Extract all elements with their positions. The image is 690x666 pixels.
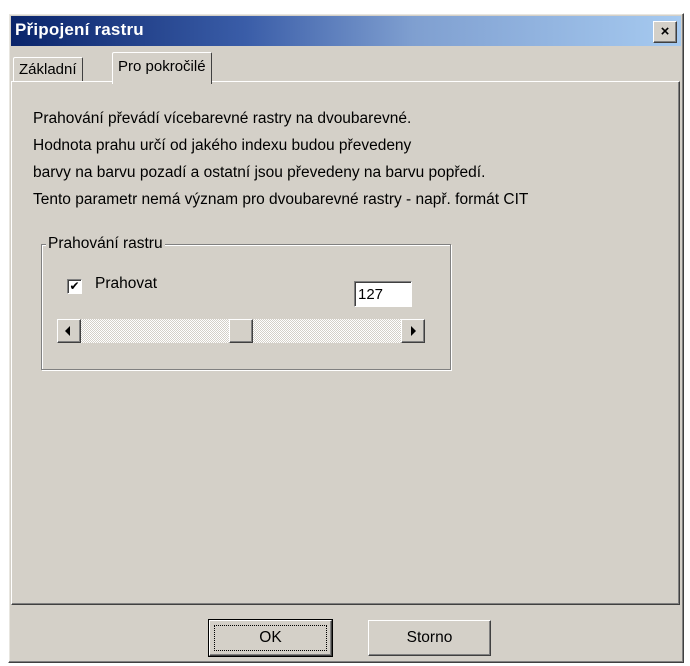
- ok-button[interactable]: OK: [208, 619, 333, 657]
- threshold-group-label: Prahování rastru: [46, 235, 165, 253]
- check-icon: ✔: [69, 279, 80, 293]
- arrow-right-icon: [411, 326, 416, 336]
- dialog-window: Připojení rastru × Základní Pro pokročil…: [8, 13, 684, 663]
- tab-basic[interactable]: Základní: [13, 57, 83, 82]
- arrow-left-icon: [65, 326, 70, 336]
- scroll-left-button[interactable]: [57, 319, 81, 343]
- threshold-checkbox-label[interactable]: Prahovat: [95, 275, 157, 293]
- close-button[interactable]: ×: [653, 21, 677, 43]
- threshold-value-input[interactable]: 127: [354, 281, 412, 307]
- window-title: Připojení rastru: [15, 20, 144, 39]
- cancel-button[interactable]: Storno: [368, 620, 491, 656]
- slider-thumb[interactable]: [229, 319, 253, 343]
- description-line-3: barvy na barvu pozadí a ostatní jsou pře…: [33, 164, 486, 181]
- tab-advanced[interactable]: Pro pokročilé: [112, 52, 212, 84]
- scroll-right-button[interactable]: [401, 319, 425, 343]
- close-icon: ×: [660, 23, 670, 40]
- description-line-4: Tento parametr nemá význam pro dvoubarev…: [33, 191, 529, 208]
- threshold-checkbox[interactable]: ✔: [67, 279, 82, 294]
- threshold-slider[interactable]: [57, 319, 425, 343]
- description-line-1: Prahování převádí vícebarevné rastry na …: [33, 110, 412, 127]
- ok-label: OK: [259, 629, 282, 646]
- description-line-2: Hodnota prahu určí od jakého indexu budo…: [33, 137, 412, 154]
- tab-panel-advanced: Prahování převádí vícebarevné rastry na …: [11, 81, 680, 605]
- title-bar[interactable]: Připojení rastru ×: [11, 16, 681, 46]
- threshold-groupbox: Prahování rastru ✔ Prahovat 127: [41, 235, 451, 370]
